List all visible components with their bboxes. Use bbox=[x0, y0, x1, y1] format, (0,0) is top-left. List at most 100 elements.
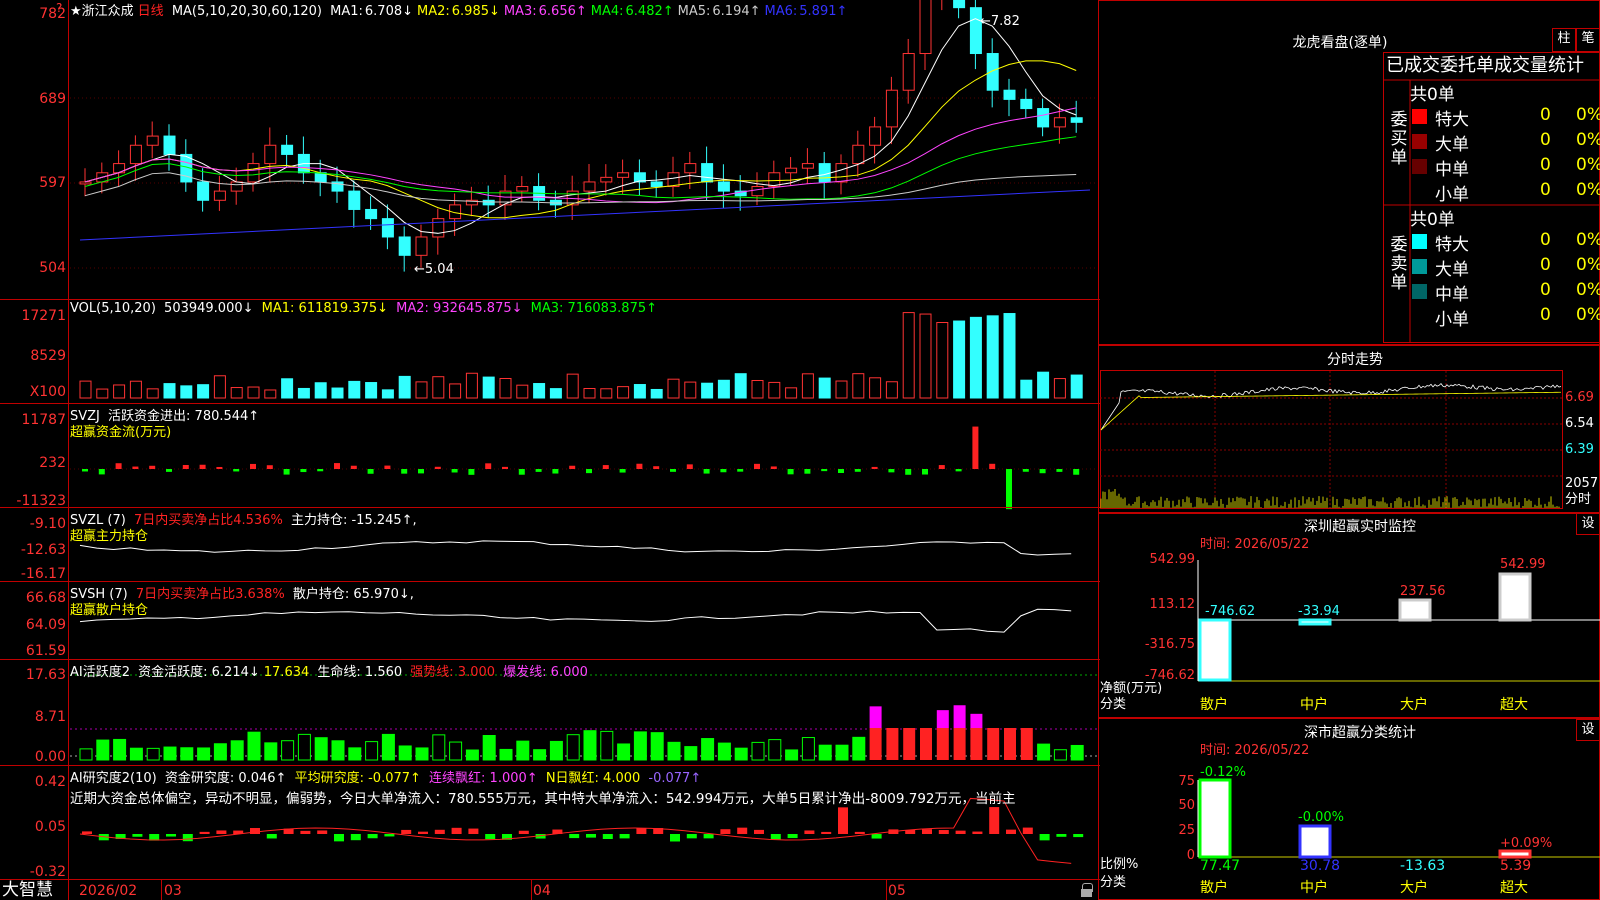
activity-bar bbox=[667, 741, 681, 761]
date-divider bbox=[531, 880, 532, 900]
sz-monitor-category: 超大 bbox=[1500, 697, 1528, 713]
sz-category-value: -13.63 bbox=[1400, 858, 1446, 874]
flow-bar bbox=[535, 469, 542, 472]
svsh-position: 散户持仓: 65.970↓, bbox=[292, 587, 414, 602]
flow-bar bbox=[367, 469, 374, 474]
order-color-swatch bbox=[1412, 159, 1427, 174]
low-mark: ←5.04 bbox=[414, 262, 454, 277]
help-icon[interactable]: ? bbox=[56, 0, 62, 16]
order-size-label: 中单 bbox=[1435, 160, 1469, 180]
kline-candle bbox=[717, 181, 730, 192]
volume-header: VOL(5,10,20) 503949.000↓ MA1: 611819.375… bbox=[70, 301, 661, 316]
high-mark: ←7.82 bbox=[980, 14, 1020, 29]
ai-n-days: N日飘红: 4.000 bbox=[545, 771, 641, 786]
flow-bar bbox=[871, 466, 878, 469]
flow-bar bbox=[720, 469, 727, 473]
activity-bar bbox=[701, 738, 715, 761]
activity-bar bbox=[331, 740, 345, 761]
activity-bar bbox=[583, 730, 597, 761]
ai-research-title[interactable]: AI研究度2(10) bbox=[70, 771, 157, 786]
volume-bar bbox=[146, 388, 159, 399]
volume-bar bbox=[129, 380, 142, 399]
y-axis-line bbox=[68, 0, 69, 900]
date-label: 03 bbox=[164, 883, 182, 899]
activity-bar bbox=[398, 745, 412, 761]
sz-category-change: -0.12% bbox=[1200, 765, 1246, 780]
flow-bar bbox=[283, 469, 290, 475]
research-bar bbox=[300, 830, 311, 834]
order-size-label: 大单 bbox=[1435, 135, 1469, 155]
brand-logo[interactable]: 大智慧 bbox=[2, 881, 53, 900]
flow-bar bbox=[401, 469, 408, 474]
flow-bar bbox=[569, 465, 576, 469]
order-size-label: 大单 bbox=[1435, 260, 1469, 280]
order-color-swatch bbox=[1412, 309, 1427, 324]
trade-stats-header: 已成交委托单成交量统计 bbox=[1386, 55, 1584, 76]
research-bar bbox=[938, 830, 949, 834]
activity-bar bbox=[970, 728, 983, 760]
activity-bar bbox=[600, 730, 614, 761]
kline-candle bbox=[247, 163, 260, 183]
flow-bar bbox=[686, 464, 693, 469]
order-color-swatch bbox=[1412, 259, 1427, 274]
flow-bar bbox=[552, 469, 559, 474]
ma-value-number: 6.656↑ bbox=[538, 4, 587, 19]
date-label: 05 bbox=[888, 883, 906, 899]
vol-ma1: MA1: 611819.375↓ bbox=[261, 301, 389, 316]
period-label[interactable]: 日线 bbox=[138, 4, 164, 19]
pen-mode-button[interactable]: 笔 bbox=[1576, 28, 1600, 52]
volume-bar bbox=[768, 381, 781, 399]
order-size-label: 中单 bbox=[1435, 285, 1469, 305]
y-tick: 66.68 bbox=[25, 590, 66, 606]
research-bar bbox=[703, 834, 714, 839]
dragon-panel-title: 龙虎看盘(逐单) bbox=[1292, 35, 1388, 51]
research-bar bbox=[1022, 827, 1033, 834]
order-color-swatch bbox=[1412, 234, 1427, 249]
kline-candle bbox=[869, 126, 882, 146]
sz-monitor-settings-button[interactable]: 设 bbox=[1576, 513, 1600, 535]
activity-bar bbox=[365, 741, 379, 761]
kline-candle bbox=[348, 190, 361, 210]
activity-bar bbox=[281, 740, 295, 761]
order-pct: 0% bbox=[1576, 280, 1600, 300]
research-bar bbox=[854, 831, 865, 834]
sz-category-change: -0.00% bbox=[1298, 810, 1344, 825]
sz-category-value: 77.47 bbox=[1200, 858, 1241, 874]
y-tick: 8529 bbox=[30, 348, 66, 364]
flow-bar bbox=[636, 463, 643, 469]
y-tick: 0.42 bbox=[34, 774, 66, 790]
y-tick: 61.59 bbox=[25, 643, 66, 659]
flow-bar bbox=[434, 466, 441, 469]
order-count: 0 bbox=[1540, 305, 1551, 325]
kline-candle bbox=[600, 176, 613, 183]
buy-total: 共0单 bbox=[1410, 85, 1455, 105]
volume-bar bbox=[801, 373, 814, 399]
kline-candle bbox=[146, 135, 159, 146]
research-bar bbox=[1006, 829, 1016, 834]
ai-burst-line: 爆发线: 6.000 bbox=[503, 665, 588, 680]
y-tick: 0.00 bbox=[34, 749, 66, 765]
activity-bar bbox=[213, 743, 227, 761]
ma-value: MA1: bbox=[330, 4, 363, 19]
activity-bar bbox=[499, 748, 513, 761]
volume-bar bbox=[281, 378, 294, 399]
panel-divider bbox=[0, 765, 1100, 766]
kline-candle bbox=[1070, 117, 1083, 123]
volume-bar bbox=[953, 320, 966, 399]
ai-active-title[interactable]: AI活跃度2 bbox=[70, 665, 130, 680]
stock-name[interactable]: ★浙江众成 bbox=[70, 4, 134, 19]
order-count: 0 bbox=[1540, 130, 1551, 150]
y-tick: 232 bbox=[39, 455, 66, 471]
flow-bar bbox=[317, 469, 324, 472]
svzl-subtitle: 超赢主力持仓 bbox=[70, 529, 149, 544]
vol-title[interactable]: VOL(5,10,20) bbox=[70, 301, 156, 316]
kline-candle bbox=[1020, 98, 1033, 110]
intraday-price-line bbox=[1100, 383, 1562, 431]
bar-mode-button[interactable]: 柱 bbox=[1552, 28, 1576, 52]
flow-bar bbox=[888, 469, 895, 473]
flow-bar bbox=[199, 464, 206, 469]
y-tick: 64.09 bbox=[25, 617, 66, 633]
volume-bar bbox=[230, 387, 243, 399]
sz-category-settings-button[interactable]: 设 bbox=[1576, 719, 1600, 741]
sz-monitor-title: 深圳超赢实时监控 bbox=[1304, 519, 1416, 535]
